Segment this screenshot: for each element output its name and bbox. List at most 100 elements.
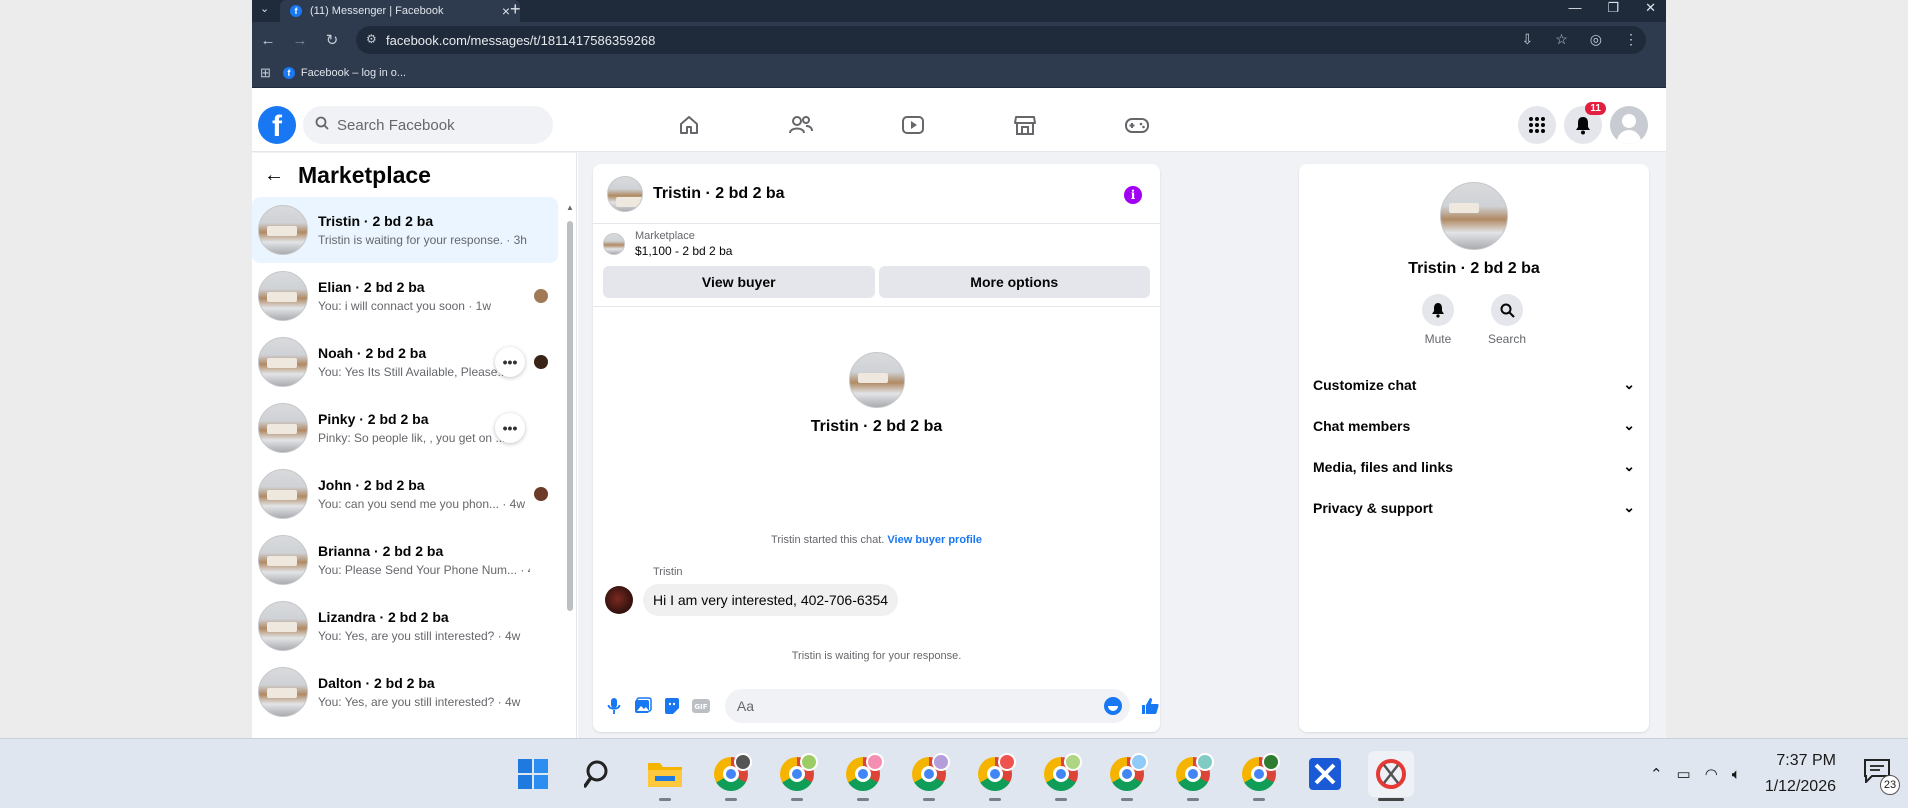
start-button[interactable]	[510, 751, 556, 797]
seen-avatar	[534, 487, 548, 501]
clock[interactable]: 7:37 PM 1/12/2026	[1765, 752, 1836, 796]
profile-avatar[interactable]	[848, 352, 905, 408]
address-bar[interactable]: ⚙ facebook.com/messages/t/18114175863592…	[356, 26, 1646, 54]
friends-icon[interactable]	[784, 110, 818, 140]
file-explorer-button[interactable]	[642, 751, 688, 801]
conversation-row[interactable]: Dalton · 2 bd 2 ba You: Yes, are you sti…	[252, 659, 558, 725]
chevron-up-icon[interactable]: ⌃	[1650, 765, 1663, 783]
reload-icon[interactable]: ↻	[316, 31, 348, 49]
conversation-row[interactable]: Pinky · 2 bd 2 ba Pinky: So people lik, …	[252, 395, 558, 461]
watch-icon[interactable]	[896, 110, 930, 140]
conversation-row[interactable]: Lizandra · 2 bd 2 ba You: Yes, are you s…	[252, 593, 558, 659]
privacy-support-section[interactable]: Privacy & support ⌄	[1299, 487, 1649, 528]
microphone-icon[interactable]	[605, 695, 624, 717]
bookmark-facebook[interactable]: f Facebook – log in o...	[282, 66, 406, 79]
search-input[interactable]: Search Facebook	[303, 106, 553, 144]
view-buyer-profile-link[interactable]: View buyer profile	[887, 534, 982, 546]
chrome-profile-button[interactable]	[1170, 751, 1216, 801]
chrome-profile-button[interactable]	[1038, 751, 1084, 801]
snipping-tool-button[interactable]	[1368, 751, 1414, 801]
message-input[interactable]: Aa	[724, 689, 1131, 723]
new-tab-icon[interactable]: +	[510, 0, 521, 20]
search-conversation-button[interactable]: Search	[1488, 294, 1526, 346]
wifi-icon[interactable]: ◠	[1705, 765, 1718, 783]
conversation-row[interactable]: John · 2 bd 2 ba You: can you send me yo…	[252, 461, 558, 527]
site-info-icon[interactable]: ⚙	[366, 32, 377, 46]
tab-search-chevron-icon[interactable]: ⌄	[260, 2, 269, 15]
minimize-icon[interactable]: —	[1568, 0, 1581, 16]
conversation-preview: Tristin is waiting for your response. · …	[318, 233, 527, 247]
notification-center-button[interactable]: 23	[1864, 759, 1900, 795]
emoji-icon[interactable]	[1104, 697, 1123, 715]
listing-actions: View buyer More options	[593, 264, 1160, 307]
bookmark-star-icon[interactable]: ☆	[1555, 31, 1568, 48]
chat-members-section[interactable]: Chat members ⌄	[1299, 405, 1649, 446]
chrome-icon	[714, 753, 752, 791]
conversation-row[interactable]: Elian · 2 bd 2 ba You: i will connact yo…	[252, 263, 558, 329]
conversation-name: Brianna · 2 bd 2 ba	[318, 543, 444, 559]
facebook-favicon-icon: f	[282, 66, 295, 79]
chrome-profile-button[interactable]	[1236, 751, 1282, 801]
message-sender: Tristin	[653, 566, 683, 578]
apps-grid-icon[interactable]: ⊞	[260, 65, 271, 81]
running-indicator	[989, 798, 1001, 801]
menu-icon[interactable]: ⋮	[1624, 31, 1638, 48]
conversation-row[interactable]: Noah · 2 bd 2 ba You: Yes Its Still Avai…	[252, 329, 558, 395]
gaming-icon[interactable]	[1120, 110, 1154, 140]
chrome-profile-button[interactable]	[840, 751, 886, 801]
chat-title[interactable]: Tristin · 2 bd 2 ba	[653, 185, 785, 203]
facebook-logo-icon[interactable]: f	[258, 106, 296, 144]
conversation-row[interactable]: Brianna · 2 bd 2 ba You: Please Send You…	[252, 527, 558, 593]
sender-avatar[interactable]	[605, 586, 633, 614]
sticker-icon[interactable]	[662, 695, 681, 717]
close-tab-icon[interactable]: ×	[502, 3, 510, 19]
media-files-links-section[interactable]: Media, files and links ⌄	[1299, 446, 1649, 487]
restore-icon[interactable]: ❐	[1607, 0, 1619, 16]
chat-avatar[interactable]	[607, 175, 643, 212]
more-options-icon[interactable]: •••	[495, 413, 525, 443]
account-avatar[interactable]	[1610, 106, 1648, 144]
app-button[interactable]	[1302, 751, 1348, 797]
more-options-icon[interactable]: •••	[495, 347, 525, 377]
install-app-icon[interactable]: ⇩	[1521, 31, 1533, 48]
running-indicator	[923, 798, 935, 801]
chevron-down-icon: ⌄	[1623, 499, 1635, 515]
info-icon[interactable]: i	[1124, 186, 1142, 204]
more-options-button[interactable]: More options	[878, 266, 1150, 298]
volume-icon[interactable]: 🔈︎	[1732, 766, 1741, 783]
chrome-profile-button[interactable]	[906, 751, 952, 801]
forward-icon[interactable]: →	[284, 32, 316, 49]
close-window-icon[interactable]: ✕	[1645, 0, 1656, 16]
chrome-button[interactable]	[708, 751, 754, 801]
home-icon[interactable]	[672, 110, 706, 140]
chrome-profile-button[interactable]	[774, 751, 820, 801]
back-icon[interactable]: ←	[252, 32, 284, 49]
chrome-profile-button[interactable]	[972, 751, 1018, 801]
conversation-scrollbar[interactable]: ▲	[566, 203, 574, 611]
back-arrow-icon[interactable]: ←	[264, 164, 284, 187]
photo-icon[interactable]	[634, 695, 653, 717]
chrome-icon	[846, 753, 884, 791]
conversation-row[interactable]: Tristin · 2 bd 2 ba Tristin is waiting f…	[252, 197, 558, 263]
mute-button[interactable]: Mute	[1421, 294, 1454, 346]
customize-chat-section[interactable]: Customize chat ⌄	[1299, 364, 1649, 405]
scrollbar-thumb[interactable]	[567, 221, 573, 611]
view-buyer-button[interactable]: View buyer	[603, 266, 875, 298]
search-taskbar-button[interactable]	[576, 751, 622, 797]
browser-tab-messenger[interactable]: f (11) Messenger | Facebook ×	[280, 0, 520, 22]
menu-grid-button[interactable]	[1518, 106, 1556, 144]
battery-icon[interactable]: ▭	[1677, 765, 1691, 783]
gif-icon[interactable]: GIF	[691, 695, 711, 717]
marketplace-icon[interactable]	[1008, 110, 1042, 140]
chrome-profile-button[interactable]	[1104, 751, 1150, 801]
main-nav	[672, 110, 1154, 140]
info-avatar[interactable]	[1440, 182, 1508, 250]
search-label: Search	[1487, 332, 1527, 346]
bell-icon	[1421, 294, 1454, 326]
notifications-button[interactable]: 11	[1564, 102, 1606, 144]
listing-thumbnail[interactable]	[603, 233, 625, 255]
message-bubble[interactable]: Hi I am very interested, 402-706-6354	[643, 584, 899, 616]
profile-icon[interactable]: ◎	[1590, 31, 1602, 48]
scroll-up-icon[interactable]: ▲	[566, 203, 574, 212]
thumbs-up-icon[interactable]	[1140, 695, 1160, 717]
